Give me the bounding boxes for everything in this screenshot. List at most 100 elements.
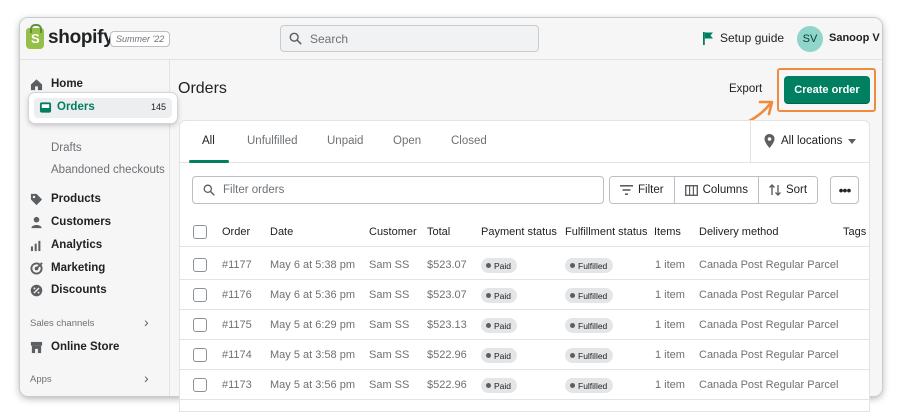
- tab-all[interactable]: All: [202, 135, 215, 147]
- tab-open[interactable]: Open: [393, 135, 421, 147]
- status-dot-icon: [486, 263, 491, 268]
- sidebar-item-orders[interactable]: Orders 145: [29, 93, 177, 123]
- table-row[interactable]: #1176 May 6 at 5:36 pm Sam SS $523.07 Paid Fu…: [180, 280, 869, 310]
- page-title: Orders: [178, 80, 227, 97]
- sidebar-item-label: Home: [51, 78, 83, 90]
- discount-icon: [30, 284, 43, 297]
- user-name[interactable]: Sanoop V: [829, 32, 880, 44]
- sidebar-item-label: Orders: [57, 101, 95, 113]
- search-input[interactable]: Search: [280, 25, 539, 52]
- sidebar-item-abandoned-checkouts[interactable]: Abandoned checkouts: [20, 160, 170, 180]
- sidebar-item-label: Analytics: [51, 239, 103, 251]
- sidebar-item-label: Customers: [51, 216, 112, 228]
- bar-chart-icon: [30, 239, 43, 252]
- delivery-method: Canada Post Regular Parcel: [699, 349, 839, 361]
- more-dots-icon[interactable]: •••: [830, 176, 859, 204]
- filter-button[interactable]: Filter: [610, 177, 675, 203]
- order-total: $522.96: [427, 349, 467, 361]
- order-number[interactable]: #1176: [222, 289, 252, 301]
- location-pin-icon: [764, 134, 775, 148]
- avatar[interactable]: SV: [797, 26, 823, 52]
- location-label: All locations: [781, 135, 843, 147]
- order-number[interactable]: #1173: [222, 379, 252, 391]
- column-header[interactable]: Fulfillment status: [565, 226, 648, 238]
- row-checkbox[interactable]: [193, 378, 207, 392]
- column-header[interactable]: Date: [270, 226, 293, 238]
- table-row[interactable]: #1177 May 6 at 5:38 pm Sam SS $523.07 Paid Fu…: [180, 250, 869, 280]
- edition-badge: Summer '22: [110, 31, 171, 47]
- fulfillment-status-badge: Fulfilled: [565, 348, 614, 363]
- row-checkbox[interactable]: [193, 348, 207, 362]
- column-header[interactable]: Delivery method: [699, 226, 778, 238]
- column-header[interactable]: Items: [654, 226, 681, 238]
- sidebar-item-marketing[interactable]: Marketing: [20, 258, 170, 278]
- store-icon: [30, 341, 43, 354]
- order-items: 1 item: [655, 349, 685, 361]
- fulfillment-status-label: Fulfilled: [578, 320, 608, 331]
- table-row[interactable]: #1175 May 5 at 6:29 pm Sam SS $523.13 Paid Fu…: [180, 310, 869, 340]
- location-selector[interactable]: All locations: [764, 134, 857, 148]
- sidebar-item-label: Discounts: [51, 284, 107, 296]
- fulfillment-status-label: Fulfilled: [578, 350, 608, 361]
- fulfillment-status-label: Fulfilled: [578, 260, 608, 271]
- tab-unpaid[interactable]: Unpaid: [327, 135, 363, 147]
- status-dot-icon: [486, 293, 491, 298]
- sort-button[interactable]: Sort: [758, 177, 818, 203]
- export-button[interactable]: Export: [729, 83, 762, 95]
- order-date: May 5 at 3:56 pm: [270, 379, 355, 391]
- sidebar-item-analytics[interactable]: Analytics: [20, 235, 170, 255]
- order-number[interactable]: #1177: [222, 259, 252, 271]
- columns-label: Columns: [702, 184, 748, 196]
- columns-button[interactable]: Columns: [674, 177, 759, 203]
- order-total: $523.07: [427, 289, 467, 301]
- inbox-icon: [39, 101, 52, 119]
- chevron-right-icon[interactable]: ›: [144, 370, 149, 386]
- column-header[interactable]: Order: [222, 226, 250, 238]
- order-date: May 6 at 5:36 pm: [270, 289, 355, 301]
- sidebar-item-discounts[interactable]: Discounts: [20, 280, 170, 300]
- payment-status-badge: Paid: [481, 258, 518, 273]
- row-checkbox[interactable]: [193, 318, 207, 332]
- payment-status-label: Paid: [494, 260, 512, 271]
- column-header[interactable]: Payment status: [481, 226, 557, 238]
- sidebar-item-home[interactable]: Home: [20, 74, 170, 94]
- select-all-checkbox[interactable]: [193, 225, 207, 239]
- fulfillment-status-badge: Fulfilled: [565, 378, 614, 393]
- fulfillment-status-badge: Fulfilled: [565, 258, 614, 273]
- sidebar-item-orders-inner: Orders 145: [34, 98, 172, 118]
- setup-guide-link[interactable]: Setup guide: [702, 31, 784, 45]
- table-row[interactable]: #1173 May 5 at 3:56 pm Sam SS $522.96 Paid Fu…: [180, 370, 869, 400]
- sidebar-item-customers[interactable]: Customers: [20, 212, 170, 232]
- order-items: 1 item: [655, 379, 685, 391]
- filter-orders-input[interactable]: Filter orders: [192, 176, 604, 204]
- row-checkbox[interactable]: [193, 258, 207, 272]
- order-items: 1 item: [655, 289, 685, 301]
- create-order-button[interactable]: Create order: [784, 76, 870, 104]
- order-total: $523.13: [427, 319, 467, 331]
- tab-closed[interactable]: Closed: [451, 135, 487, 147]
- shopify-logo[interactable]: shopify: [26, 23, 114, 49]
- order-tabs: All Unfulfilled Unpaid Open Closed All l…: [180, 121, 869, 163]
- order-date: May 5 at 3:58 pm: [270, 349, 355, 361]
- order-number[interactable]: #1175: [222, 319, 252, 331]
- table-row[interactable]: #1174 May 5 at 3:58 pm Sam SS $522.96 Paid Fu…: [180, 340, 869, 370]
- sidebar-item-drafts[interactable]: Drafts: [20, 138, 170, 158]
- tab-unfulfilled[interactable]: Unfulfilled: [247, 135, 298, 147]
- orders-count-badge: 145: [150, 102, 166, 112]
- filter-placeholder: Filter orders: [223, 184, 285, 196]
- payment-status-badge: Paid: [481, 348, 518, 363]
- row-checkbox[interactable]: [193, 288, 207, 302]
- order-number[interactable]: #1174: [222, 349, 252, 361]
- table-header: Order Date Customer Total Payment status…: [180, 217, 869, 247]
- column-header[interactable]: Tags: [843, 226, 866, 238]
- sidebar-item-products[interactable]: Products: [20, 189, 170, 209]
- sort-label: Sort: [785, 184, 808, 196]
- column-header[interactable]: Customer: [369, 226, 417, 238]
- search-icon: [289, 32, 302, 45]
- chevron-right-icon[interactable]: ›: [144, 314, 149, 330]
- column-header[interactable]: Total: [427, 226, 450, 238]
- status-dot-icon: [570, 293, 575, 298]
- logo-text: shopify: [48, 27, 114, 48]
- payment-status-badge: Paid: [481, 378, 518, 393]
- sidebar-item-online-store[interactable]: Online Store: [20, 337, 170, 357]
